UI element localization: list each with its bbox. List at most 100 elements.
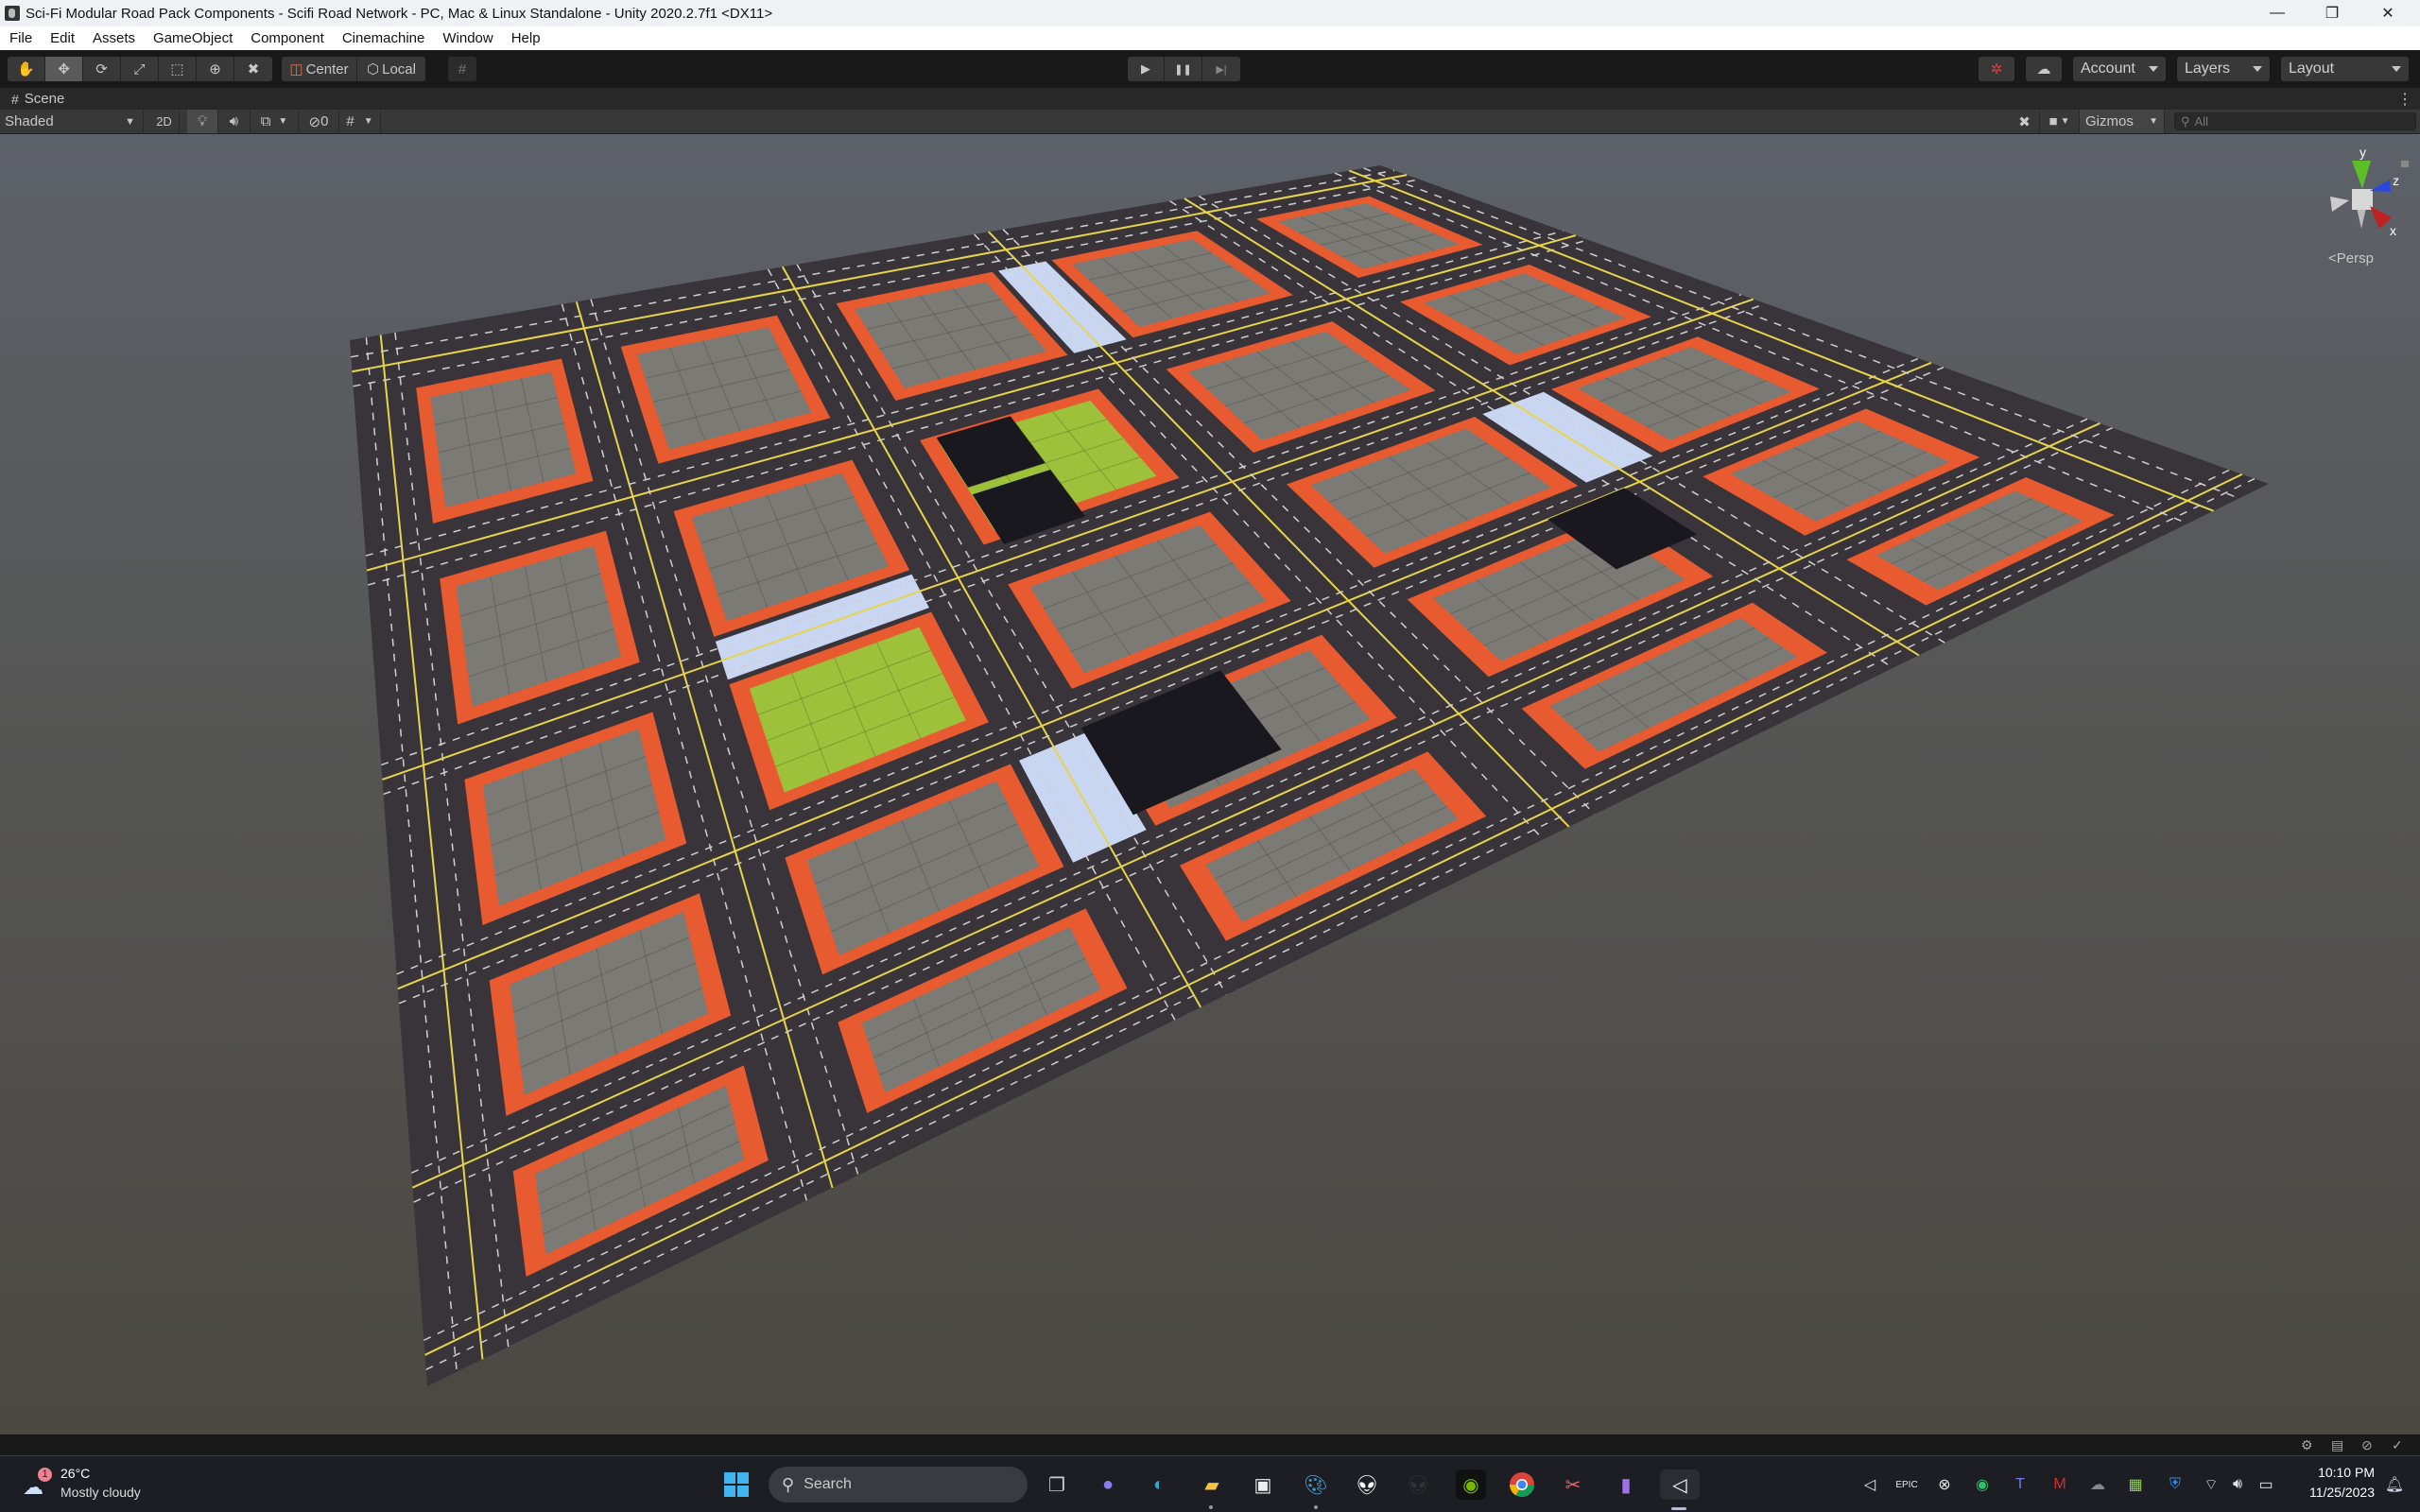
axis-gizmo-graphic[interactable]: y z x <box>2311 142 2415 255</box>
menu-assets[interactable]: Assets <box>83 30 144 46</box>
step-button[interactable]: ▶| <box>1202 57 1240 81</box>
gizmo-z-cone[interactable] <box>2370 180 2391 192</box>
tray-color-grid-icon[interactable]: ▦ <box>2125 1474 2146 1495</box>
lighting-toggle[interactable]: 💡︎ <box>187 110 218 133</box>
camera-dropdown[interactable]: ■ ▼ <box>2040 110 2080 133</box>
projection-toggle[interactable]: <Persp <box>2328 250 2374 266</box>
weather-widget[interactable]: ☁ 1 <box>21 1468 59 1502</box>
edge-button[interactable]: ◐ <box>1144 1469 1174 1500</box>
menu-gameobject[interactable]: GameObject <box>144 30 241 46</box>
minimize-button[interactable]: — <box>2250 0 2305 26</box>
scene-tab[interactable]: # Scene <box>0 91 64 107</box>
rect-tool-button[interactable]: ⬚ <box>159 57 197 81</box>
account-dropdown[interactable]: Account <box>2073 57 2166 81</box>
pivot-center-button[interactable]: ◫ Center <box>282 57 357 81</box>
hierarchy-search-input[interactable]: ⚲ All <box>2174 112 2416 130</box>
alienware-button[interactable]: 👽︎ <box>1352 1469 1382 1500</box>
gizmo-center-cube[interactable] <box>2352 189 2373 210</box>
menu-help[interactable]: Help <box>502 30 549 46</box>
task-view-button[interactable]: ❐ <box>1042 1469 1072 1500</box>
weather-temp[interactable]: 26°C <box>60 1466 90 1481</box>
unity-taskbar-button[interactable]: ◁ <box>1660 1469 1700 1500</box>
close-button[interactable]: ✕ <box>2360 0 2415 26</box>
gizmos-dropdown[interactable]: Gizmos ▼ <box>2080 110 2165 133</box>
scale-icon: ⤢ <box>133 60 146 77</box>
orientation-gizmo[interactable]: y z x <Persp <box>2311 142 2415 274</box>
transform-tool-button[interactable]: ⊕ <box>197 57 234 81</box>
tray-epic-games-icon[interactable]: EPIC <box>1895 1474 1917 1495</box>
lightbulb-icon: 💡︎ <box>197 113 208 129</box>
tools-button[interactable]: ✖ <box>2010 110 2040 133</box>
grid-snap-icon: # <box>458 60 467 77</box>
wifi-icon[interactable]: ⌔ <box>2201 1474 2221 1495</box>
clock-time[interactable]: 10:10 PM <box>2295 1465 2375 1480</box>
gizmo-neg-y-cone[interactable] <box>2357 208 2366 229</box>
debug-icon[interactable]: ⚙ <box>2301 1437 2313 1453</box>
taskbar-search-box[interactable]: ⚲ Search <box>769 1467 1028 1503</box>
move-tool-button[interactable]: ✥ <box>45 57 83 81</box>
menu-cinemachine[interactable]: Cinemachine <box>333 30 434 46</box>
teams-chat-button[interactable]: ● <box>1093 1469 1123 1500</box>
tray-teams-icon[interactable]: T <box>2010 1474 2031 1495</box>
menu-edit[interactable]: Edit <box>41 30 83 46</box>
snipping-tool-button[interactable]: ✂ <box>1558 1469 1588 1500</box>
notification-bell-icon[interactable]: 🔔︎ <box>2384 1474 2405 1495</box>
start-button[interactable] <box>721 1469 752 1500</box>
scene-viewport[interactable]: y z x <Persp <box>0 134 2420 1435</box>
play-button[interactable]: ▶ <box>1128 57 1165 81</box>
pivot-local-button[interactable]: ⬡ Local <box>357 57 425 81</box>
hidden-objects-toggle[interactable]: ⊘ 0 <box>299 110 339 133</box>
restore-button[interactable]: ❐ <box>2305 0 2360 26</box>
audio-toggle[interactable]: 🔊︎ <box>218 110 251 133</box>
collab-error-icon: ✲ <box>1990 61 2003 77</box>
gizmo-y-cone[interactable] <box>2352 161 2371 189</box>
tray-xbox-icon[interactable]: ⊗ <box>1934 1474 1955 1495</box>
tray-onedrive-off-icon[interactable]: ☁ <box>2087 1474 2108 1495</box>
weather-desc[interactable]: Mostly cloudy <box>60 1485 141 1500</box>
custom-tool-button[interactable]: ✖ <box>234 57 272 81</box>
lock-icon[interactable] <box>2401 161 2409 167</box>
playback-controls: ▶ ❚❚ ▶| <box>1128 57 1240 81</box>
hand-tool-button[interactable]: ✋ <box>8 57 45 81</box>
menu-window[interactable]: Window <box>433 30 501 46</box>
unity-app-icon <box>5 6 20 21</box>
nvidia-button[interactable]: ◉ <box>1456 1469 1486 1500</box>
scene-render[interactable] <box>0 134 2420 1435</box>
layout-dropdown[interactable]: Layout <box>2281 57 2409 81</box>
volume-icon[interactable]: 🔊︎ <box>2227 1474 2248 1495</box>
tray-mcafee-icon[interactable]: M <box>2049 1474 2070 1495</box>
clock-date[interactable]: 11/25/2023 <box>2295 1485 2375 1500</box>
collab-button[interactable]: ✲ <box>1979 57 2014 81</box>
layers-dropdown[interactable]: Layers <box>2177 57 2270 81</box>
menu-file[interactable]: File <box>0 30 41 46</box>
chrome-button[interactable] <box>1507 1469 1537 1500</box>
tab-more-button[interactable]: ⋮ <box>2397 90 2412 109</box>
file-explorer-button[interactable]: ▰ <box>1197 1469 1227 1500</box>
auto-generate-lighting-icon[interactable]: ⊘ <box>2361 1437 2373 1453</box>
tray-download-icon[interactable]: ◉ <box>1972 1474 1993 1495</box>
effects-dropdown[interactable]: ⧉ ▼ <box>251 110 299 133</box>
toggle-2d-button[interactable]: 2D <box>149 110 180 133</box>
grid-dropdown[interactable]: # ▼ <box>339 110 381 133</box>
check-circle-icon[interactable]: ✓ <box>2392 1437 2403 1453</box>
cache-icon[interactable]: ▤ <box>2331 1437 2343 1453</box>
tray-security-warning-icon[interactable]: ⛨ <box>2165 1474 2186 1495</box>
speaker-icon: 🔊︎ <box>229 113 239 129</box>
battery-icon[interactable]: ▭ <box>2256 1474 2276 1495</box>
rotate-tool-button[interactable]: ⟳ <box>83 57 121 81</box>
rotate-icon: ⟳ <box>95 61 108 77</box>
pause-button[interactable]: ❚❚ <box>1165 57 1202 81</box>
scale-tool-button[interactable]: ⤢ <box>121 57 159 81</box>
cloud-button[interactable]: ☁ <box>2026 57 2062 81</box>
gizmo-neg-x-cone[interactable] <box>2330 197 2349 212</box>
alienware-command-button[interactable]: 👽︎ <box>1403 1469 1433 1500</box>
clipchamp-button[interactable]: ▮ <box>1611 1469 1641 1500</box>
grid-snap-button[interactable]: # <box>448 57 476 81</box>
gizmo-x-cone[interactable] <box>2370 206 2392 229</box>
paint-button[interactable]: 🎨︎ <box>1301 1469 1331 1500</box>
microsoft-store-button[interactable]: ▣ <box>1248 1469 1278 1500</box>
tray-unity-icon[interactable]: ◁ <box>1859 1474 1880 1495</box>
draw-mode-dropdown[interactable]: Shaded ▼ <box>0 110 144 133</box>
menu-component[interactable]: Component <box>241 30 333 46</box>
windows-logo-icon <box>724 1472 749 1497</box>
